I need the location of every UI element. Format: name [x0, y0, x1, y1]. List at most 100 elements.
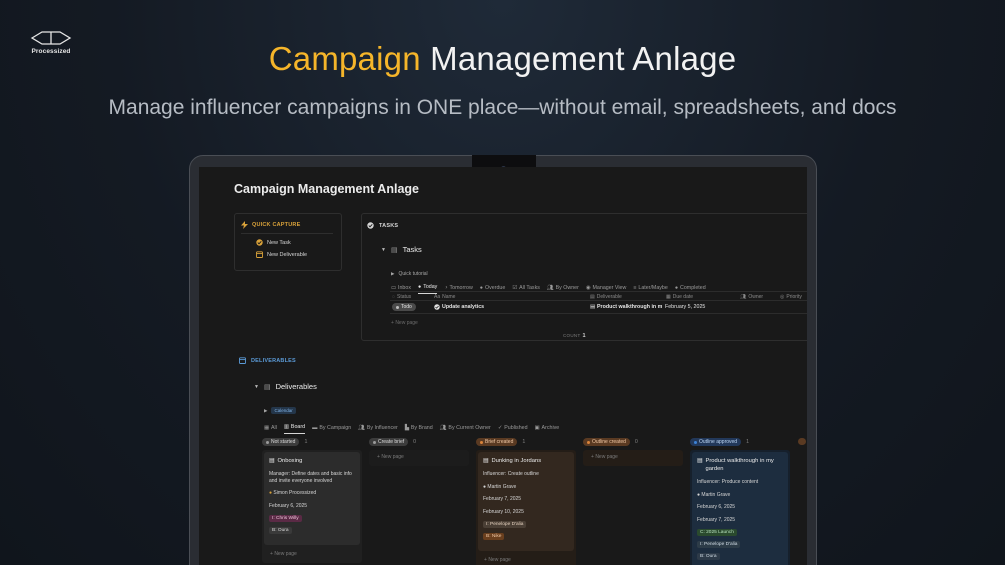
deliverable-cell[interactable]: ▤ Product walkthrough in m — [590, 304, 662, 310]
tab-label: Archive — [541, 424, 560, 431]
calendar-chip[interactable]: Calendar — [271, 407, 296, 414]
page-title: Campaign Management Anlage — [234, 182, 419, 196]
board-card[interactable]: ▤ Product walkthrough in my garden Influe… — [692, 452, 788, 565]
card-title: ▤ Onboxing — [269, 457, 355, 465]
column-label: Owner — [748, 294, 764, 300]
new-page-button[interactable]: + New page — [371, 452, 467, 460]
board-column-create-brief: Create brief 0 + New page — [369, 438, 469, 466]
quick-tutorial-toggle[interactable]: ▶ Quick tutorial — [391, 271, 428, 277]
archive-icon: ▣ — [534, 424, 540, 431]
avatar: ● — [269, 490, 273, 496]
tab-label: By Brand — [410, 424, 433, 431]
calendar-icon — [256, 251, 263, 258]
status-dot — [480, 440, 483, 444]
tab-by-campaign[interactable]: ▬ By Campaign — [312, 424, 351, 434]
caret-down-icon[interactable]: ▼ — [254, 384, 259, 390]
column-body: ▤ Product walkthrough in my garden Influe… — [690, 450, 790, 565]
column-owner[interactable]: 👥︎ Owner — [740, 294, 763, 300]
count-label: COUNT — [563, 333, 581, 338]
new-page-button[interactable]: + New page — [585, 452, 681, 460]
tasks-db-name: Tasks — [402, 245, 422, 254]
caret-down-icon[interactable]: ▼ — [381, 247, 386, 253]
board-card[interactable]: ▤ Onboxing Manager: Define dates and basi… — [264, 452, 360, 545]
calendar-icon: ▦ — [666, 294, 671, 300]
column-count: 1 — [304, 439, 308, 445]
task-name: Update analytics — [442, 304, 485, 310]
tab-by-current-owner[interactable]: 👥︎ By Current Owner — [440, 424, 491, 434]
priority-icon: ◎ — [780, 294, 785, 300]
board-column-next-partial — [798, 438, 807, 445]
check-circle-icon: ● — [674, 284, 679, 291]
person-name: Martin Grave — [487, 483, 517, 490]
tab-all[interactable]: ▦ All — [264, 424, 277, 434]
alert-icon: ● — [479, 284, 483, 291]
column-body: ▤ Onboxing Manager: Define dates and basi… — [262, 450, 362, 563]
influencer-tag: I: Penelope D'alia — [483, 521, 527, 528]
page-icon: ▤ — [483, 458, 489, 464]
name-cell[interactable]: Update analytics — [434, 304, 484, 310]
new-page-button[interactable]: + New page — [391, 320, 418, 326]
tab-label: Manager View — [592, 284, 627, 291]
inbox-icon: ▭ — [391, 284, 397, 291]
avatar: ● — [483, 483, 487, 490]
new-page-label: New page — [488, 557, 511, 563]
check-circle-icon — [434, 304, 440, 310]
column-status[interactable]: ◌ Status — [392, 294, 411, 300]
calendar-icon — [239, 357, 246, 364]
column-due-date[interactable]: ▦ Due date — [666, 294, 693, 300]
column-name: Create brief — [378, 439, 405, 445]
database-icon: ▤ — [263, 383, 271, 391]
check-circle-icon: ● — [417, 284, 422, 290]
card-date: February 7, 2025 — [697, 516, 736, 523]
deliverables-header: DELIVERABLES — [239, 357, 296, 364]
board-column-outline-created: Outline created 0 + New page — [583, 438, 683, 466]
column-priority[interactable]: ◎ Priority — [780, 294, 802, 300]
column-name: Brief created — [485, 439, 514, 445]
deliverable-link[interactable]: Product walkthrough in m — [597, 304, 662, 310]
new-page-button[interactable]: + New page — [264, 545, 360, 557]
count-footer: COUNT 1 — [563, 333, 586, 339]
column-deliverable[interactable]: ▤ Deliverable — [590, 294, 622, 300]
table-icon: ▦ — [264, 424, 270, 431]
table-row[interactable]: Todo Update analytics ▤ Product walkthrou… — [390, 301, 807, 314]
column-label: Priority — [786, 294, 802, 300]
brand-tag: B: Oura — [269, 527, 292, 534]
card-person: ● Martin Grave — [483, 484, 569, 491]
column-label: Due date — [672, 294, 694, 300]
check-circle-icon — [367, 222, 374, 229]
deliverables-section-heading: DELIVERABLES — [239, 357, 296, 364]
deliverables-database-title[interactable]: ▼ ▤ Deliverables — [254, 382, 317, 391]
people-icon: 👥︎ — [740, 294, 747, 300]
calendar-toggle[interactable]: ▶ Calendar — [264, 407, 296, 414]
hero-subtitle: Manage influencer campaigns in ONE place… — [108, 96, 897, 119]
board-column-brief-created: Brief created 1 ▤ Dunking in Jordans Infl… — [476, 438, 576, 565]
column-name[interactable]: Aa Name — [434, 294, 455, 300]
caret-right-icon: ▶ — [391, 271, 395, 276]
column-count: 0 — [413, 439, 417, 445]
new-deliverable-button[interactable]: New Deliverable — [235, 246, 341, 258]
status-badge — [798, 438, 806, 445]
quick-capture-header: QUICK CAPTURE — [235, 214, 341, 229]
tab-archive[interactable]: ▣ Archive — [535, 424, 560, 434]
tasks-database-title[interactable]: ▼ ▤ Tasks — [381, 245, 422, 254]
caret-right-icon: ▶ — [264, 407, 268, 413]
status-dot — [396, 305, 399, 309]
card-next-step: Manager: Define dates and basic info and… — [269, 471, 352, 484]
new-page-button[interactable]: + New page — [478, 551, 574, 563]
board-card[interactable]: ▤ Dunking in Jordans Influencer: Create o… — [478, 452, 574, 551]
due-date-cell[interactable]: February 5, 2025 — [665, 304, 705, 310]
card-title: ▤ Dunking in Jordans — [483, 457, 569, 465]
card-person: ● Simon Processized — [269, 490, 355, 497]
tab-published[interactable]: ✓ Published — [498, 424, 528, 434]
column-header: Not started 1 — [262, 438, 362, 446]
new-task-button[interactable]: New Task — [235, 234, 341, 246]
tab-by-brand[interactable]: ▙ By Brand — [405, 424, 433, 434]
card-date: February 7, 2025 — [483, 496, 522, 502]
status-badge: Outline approved — [690, 438, 742, 446]
column-body: + New page — [369, 450, 469, 466]
tab-by-influencer[interactable]: 👥︎ By Influencer — [358, 424, 398, 434]
tab-board[interactable]: ▥ Board — [283, 424, 306, 434]
clock-icon: ◔ — [444, 284, 448, 291]
status-cell[interactable]: Todo — [392, 303, 416, 311]
new-deliverable-label: New Deliverable — [267, 251, 308, 258]
